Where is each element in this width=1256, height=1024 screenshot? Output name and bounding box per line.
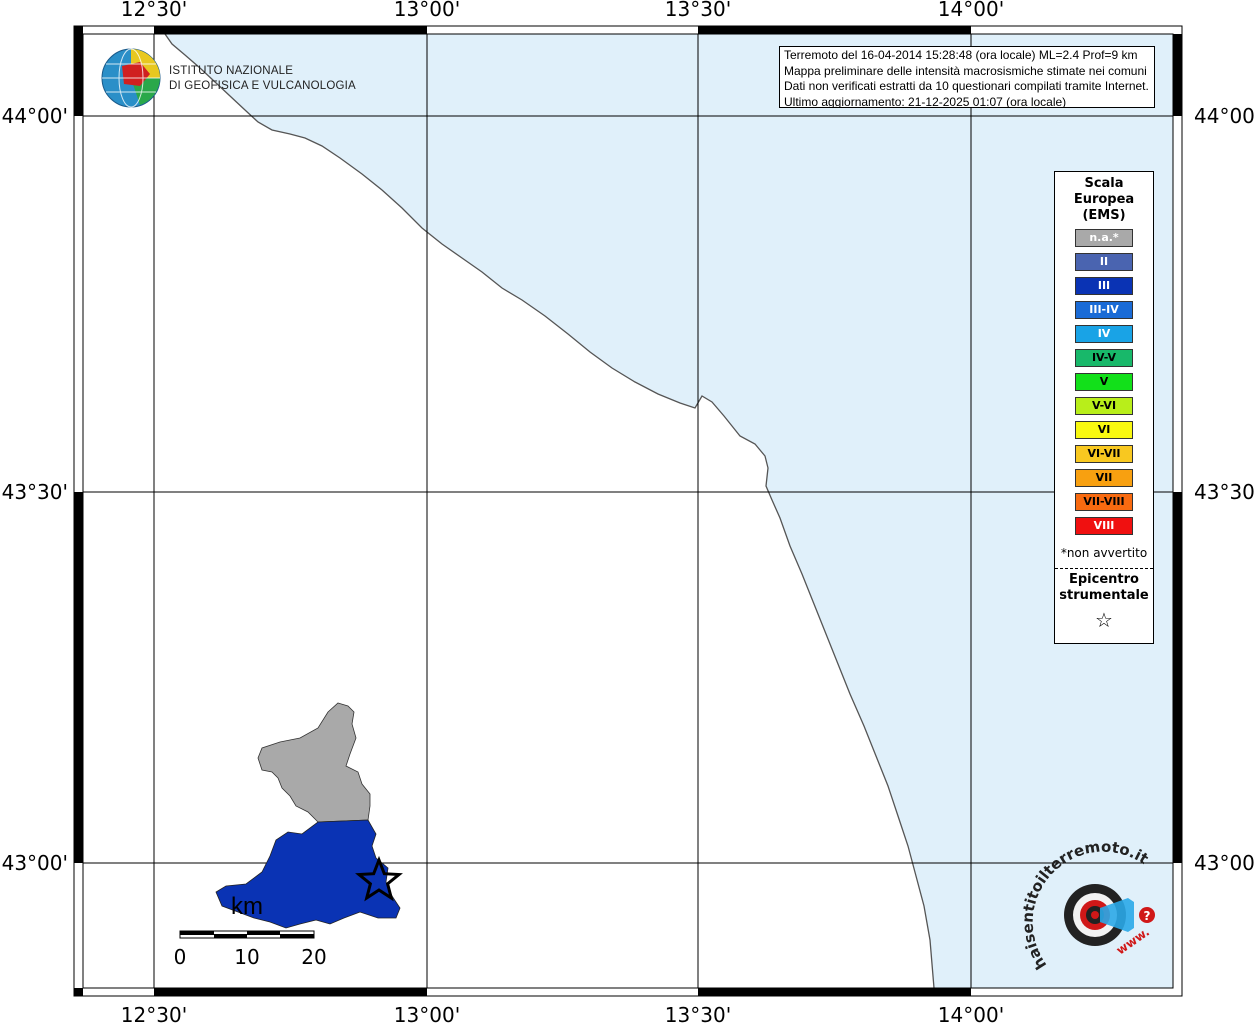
legend-swatch-iii: III bbox=[1075, 277, 1133, 295]
lon-label-top-3: 13°30' bbox=[665, 0, 731, 21]
lon-label-top-1: 12°30' bbox=[121, 0, 187, 21]
legend-swatch-iv-v: IV-V bbox=[1075, 349, 1133, 367]
legend-separator bbox=[1055, 568, 1153, 569]
legend-swatch-v-vi: V-VI bbox=[1075, 397, 1133, 415]
scale-tick-10: 10 bbox=[234, 945, 259, 969]
lon-label-top-4: 14°00' bbox=[938, 0, 1004, 21]
info-line-data: Dati non verificati estratti da 10 quest… bbox=[784, 79, 1149, 93]
scale-tick-0: 0 bbox=[174, 945, 187, 969]
legend-swatch-vi: VI bbox=[1075, 421, 1133, 439]
info-line-event: Terremoto del 16-04-2014 15:28:48 (ora l… bbox=[784, 48, 1138, 62]
scale-unit: km bbox=[231, 893, 263, 920]
lat-label-right-3: 43°00' bbox=[1194, 851, 1256, 875]
lat-label-left-3: 43°00' bbox=[2, 851, 68, 875]
lat-label-left-1: 44°00' bbox=[2, 104, 68, 128]
logo-line1: ISTITUTO NAZIONALE bbox=[169, 65, 293, 77]
legend-star-icon: ☆ bbox=[1095, 608, 1113, 632]
lat-label-left-2: 43°30' bbox=[2, 480, 68, 504]
legend-swatch-vii-viii: VII-VIII bbox=[1075, 493, 1133, 511]
legend-swatch-iii-iv: III-IV bbox=[1075, 301, 1133, 319]
lat-label-right-1: 44°00' bbox=[1194, 104, 1256, 128]
ems-legend: Scala Europea (EMS) n.a.* II III III-IV IV IV… bbox=[1054, 171, 1154, 644]
legend-title-2: Europea bbox=[1073, 192, 1135, 207]
lon-label-bottom-1: 12°30' bbox=[121, 1003, 187, 1024]
lat-label-right-2: 43°30' bbox=[1194, 480, 1256, 504]
legend-swatch-iv: IV bbox=[1075, 325, 1133, 343]
legend-swatch-vii: VII bbox=[1075, 469, 1133, 487]
legend-swatch-v: V bbox=[1075, 373, 1133, 391]
event-info-box: Terremoto del 16-04-2014 15:28:48 (ora l… bbox=[779, 46, 1155, 108]
logo-line2: DI GEOFISICA E VULCANOLOGIA bbox=[169, 80, 356, 92]
lon-label-bottom-2: 13°00' bbox=[394, 1003, 460, 1024]
legend-title-3: (EMS) bbox=[1082, 208, 1126, 223]
legend-note: *non avvertito bbox=[1060, 546, 1148, 560]
lon-label-top-2: 13°00' bbox=[394, 0, 460, 21]
legend-epicentre-1: Epicentro bbox=[1069, 572, 1139, 587]
lon-label-bottom-3: 13°30' bbox=[665, 1003, 731, 1024]
scale-tick-20: 20 bbox=[301, 945, 326, 969]
legend-swatch-n-a-: n.a.* bbox=[1075, 229, 1133, 247]
legend-swatch-ii: II bbox=[1075, 253, 1133, 271]
info-line-updated: Ultimo aggiornamento: 21-12-2025 01:07 (… bbox=[784, 94, 1067, 108]
legend-swatch-vi-vii: VI-VII bbox=[1075, 445, 1133, 463]
legend-epicentre-2: strumentale bbox=[1059, 588, 1149, 603]
info-line-map: Mappa preliminare delle intensità macros… bbox=[784, 63, 1147, 78]
legend-title-1: Scala bbox=[1084, 176, 1124, 191]
svg-text:?: ? bbox=[1144, 909, 1151, 923]
legend-swatch-viii: VIII bbox=[1075, 517, 1133, 535]
lon-label-bottom-4: 14°00' bbox=[938, 1003, 1004, 1024]
